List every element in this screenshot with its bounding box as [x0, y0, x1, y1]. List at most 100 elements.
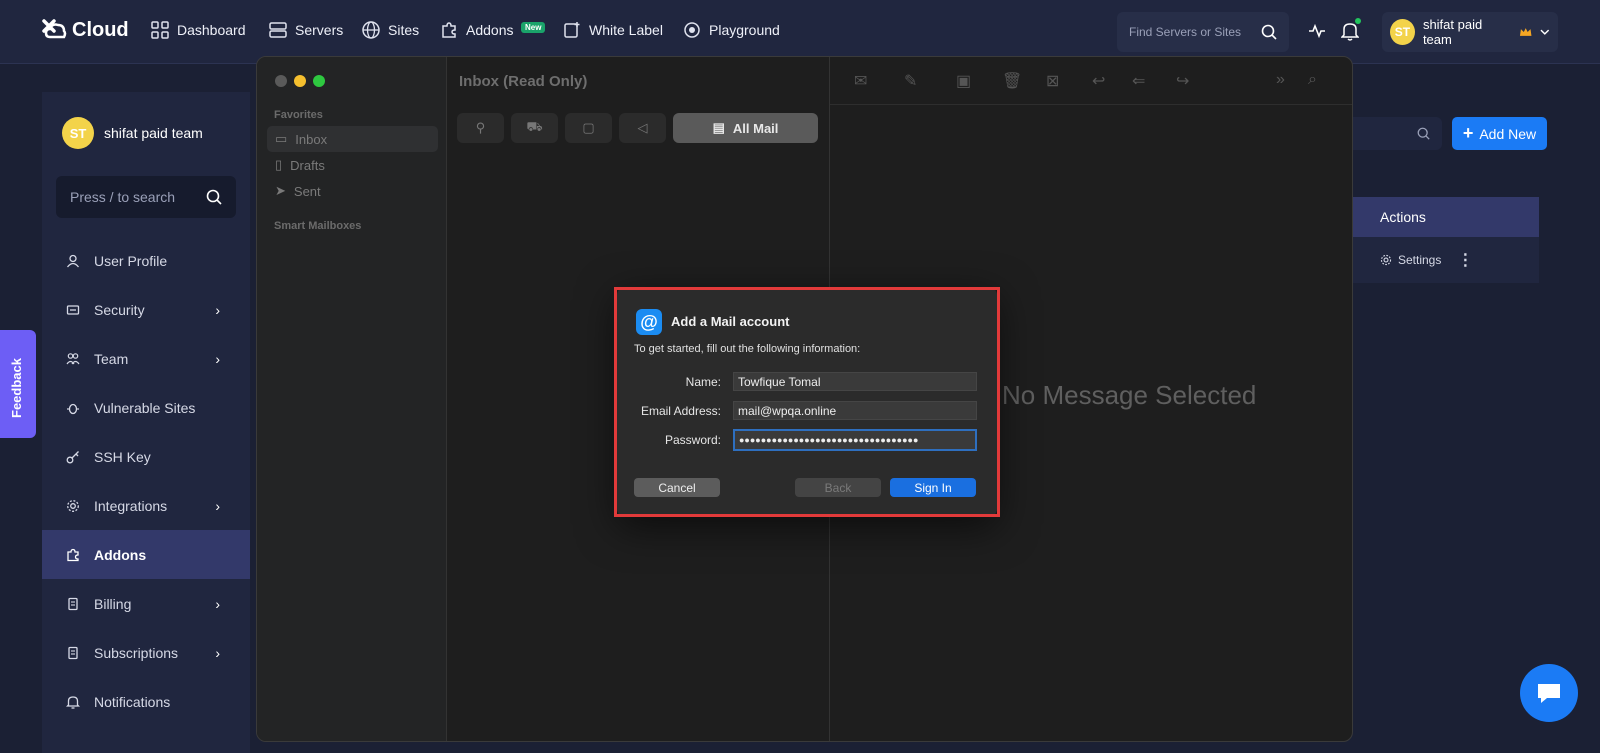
- sidebar-item-label: Notifications: [94, 693, 171, 710]
- filter-people-button[interactable]: ⚲: [457, 113, 504, 143]
- search-placeholder: Find Servers or Sites: [1129, 25, 1242, 39]
- search-icon: [1417, 127, 1430, 140]
- chevron-right-icon: ›: [215, 644, 220, 661]
- mailbox-label: Inbox: [295, 131, 328, 147]
- document-icon: ▯: [275, 157, 283, 172]
- cancel-button[interactable]: Cancel: [634, 478, 720, 497]
- add-new-label: Add New: [1479, 125, 1537, 142]
- compose-envelope-icon[interactable]: ✉: [854, 71, 867, 91]
- chevron-right-icon: ›: [215, 301, 220, 318]
- bell-icon: [66, 695, 80, 709]
- sidebar-item-billing[interactable]: Billing ›: [42, 579, 250, 628]
- chat-icon: [1538, 684, 1560, 703]
- nav-dashboard[interactable]: Dashboard: [150, 20, 246, 40]
- minimize-window-button[interactable]: [294, 75, 306, 87]
- mailbox-label: Drafts: [290, 157, 325, 173]
- compose-icon[interactable]: ✎: [904, 71, 917, 91]
- at-sign-icon: @: [636, 309, 662, 335]
- favorites-heading: Favorites: [274, 109, 323, 121]
- search-icon: [1261, 24, 1277, 40]
- bug-icon: [67, 403, 79, 414]
- xcloud-logo[interactable]: Cloud: [40, 17, 129, 43]
- person-icon: ⚲: [475, 120, 486, 135]
- actions-label: Actions: [1380, 209, 1426, 225]
- bell-icon[interactable]: [1341, 21, 1359, 41]
- receipt-icon: [68, 646, 78, 659]
- sidebar-item-user-profile[interactable]: User Profile: [42, 236, 250, 285]
- sidebar-search-input[interactable]: Press / to search: [56, 176, 236, 218]
- forward-icon[interactable]: ↪: [1176, 71, 1189, 91]
- sidebar-item-label: Billing: [94, 595, 132, 612]
- reply-icon[interactable]: ↩: [1092, 71, 1105, 91]
- mailbox-drafts[interactable]: ▯ Drafts: [267, 152, 438, 178]
- nav-label: Dashboard: [177, 22, 246, 38]
- sidebar-item-ssh-key[interactable]: SSH Key: [42, 432, 250, 481]
- sign-in-button[interactable]: Sign In: [890, 478, 976, 497]
- sidebar-item-label: User Profile: [94, 252, 168, 269]
- sidebar-item-addons[interactable]: Addons: [42, 530, 250, 579]
- settings-link[interactable]: Settings: [1398, 253, 1441, 267]
- close-window-button[interactable]: [275, 75, 287, 87]
- sidebar-item-security[interactable]: Security ›: [42, 285, 250, 334]
- nav-label: Servers: [295, 22, 344, 38]
- activity-icon[interactable]: [1308, 22, 1326, 40]
- nav-servers[interactable]: Servers: [268, 20, 343, 40]
- tray-icon: ▤: [712, 120, 725, 135]
- sidebar-item-integrations[interactable]: Integrations ›: [42, 481, 250, 530]
- name-label: Name:: [685, 375, 721, 389]
- chat-widget-button[interactable]: [1520, 664, 1578, 722]
- playground-icon: [684, 22, 700, 38]
- filter-all-mail-button[interactable]: ▤ All Mail: [673, 113, 818, 143]
- back-button[interactable]: Back: [795, 478, 881, 497]
- password-field[interactable]: ●●●●●●●●●●●●●●●●●●●●●●●●●●●●●●●●●: [733, 429, 977, 451]
- key-icon: [66, 450, 79, 463]
- zoom-window-button[interactable]: [313, 75, 325, 87]
- server-icon: [269, 22, 287, 38]
- logo-icon: [42, 19, 67, 39]
- mailbox-inbox[interactable]: ▭ Inbox: [267, 126, 438, 152]
- email-field[interactable]: mail@wpqa.online: [733, 401, 977, 420]
- trash-icon[interactable]: 🗑: [1002, 71, 1022, 91]
- all-mail-label: All Mail: [732, 120, 779, 136]
- junk-icon[interactable]: ⊠: [1046, 71, 1059, 91]
- filter-promotions-button[interactable]: ◁: [619, 113, 666, 143]
- mailbox-sent[interactable]: ➤ Sent: [267, 178, 438, 204]
- search-icon[interactable]: ⌕: [1308, 71, 1317, 89]
- nav-label: Addons: [466, 22, 514, 38]
- global-search-input[interactable]: Find Servers or Sites: [1117, 12, 1289, 52]
- message-icon: ▢: [582, 120, 595, 135]
- globe-icon: [362, 21, 380, 39]
- nav-sites[interactable]: Sites: [361, 20, 419, 40]
- filter-messages-button[interactable]: ▢: [565, 113, 612, 143]
- sidebar-item-vulnerable-sites[interactable]: Vulnerable Sites: [42, 383, 250, 432]
- user-icon: [66, 254, 80, 267]
- inbox-icon: ▭: [275, 131, 288, 146]
- team-header: ST shifat paid team: [62, 117, 203, 149]
- name-field[interactable]: Towfique Tomal: [733, 372, 977, 391]
- chevron-right-icon: ›: [215, 497, 220, 514]
- user-menu[interactable]: ST shifat paid team: [1382, 12, 1558, 52]
- nav-addons[interactable]: Addons: [439, 20, 513, 40]
- sidebar-item-label: Addons: [94, 546, 147, 563]
- sidebar-item-notifications[interactable]: Notifications: [42, 677, 250, 726]
- sidebar-item-subscriptions[interactable]: Subscriptions ›: [42, 628, 250, 677]
- receipt-icon: [68, 597, 78, 610]
- more-options-icon[interactable]: ⋮: [1457, 250, 1473, 270]
- puzzle-icon: [442, 22, 456, 38]
- reply-all-icon[interactable]: ⇐: [1132, 71, 1145, 91]
- sidebar-item-label: Security: [94, 301, 145, 318]
- puzzle-icon: [67, 548, 79, 561]
- more-toolbar-icon[interactable]: »: [1276, 71, 1285, 89]
- feedback-tab[interactable]: Feedback: [0, 330, 36, 438]
- nav-playground[interactable]: Playground: [682, 20, 780, 40]
- archive-icon[interactable]: ▣: [956, 71, 971, 91]
- crown-icon: [1519, 28, 1532, 36]
- filter-shopping-button[interactable]: ⛟: [511, 113, 558, 143]
- chevron-right-icon: ›: [215, 595, 220, 612]
- add-new-button[interactable]: + Add New: [1452, 117, 1547, 150]
- sidebar-item-team[interactable]: Team ›: [42, 334, 250, 383]
- nav-white-label[interactable]: White Label: [562, 20, 663, 40]
- gear-icon: [1380, 254, 1392, 266]
- white-label-icon: [564, 22, 580, 38]
- sidebar-item-label: SSH Key: [94, 448, 151, 465]
